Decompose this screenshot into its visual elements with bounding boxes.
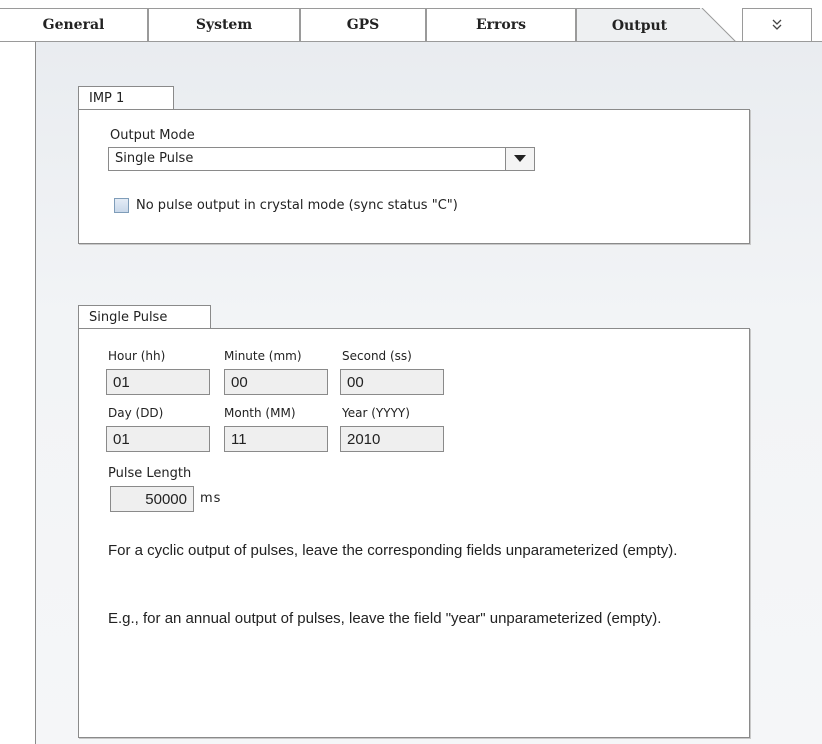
- no-pulse-crystal-checkbox[interactable]: [114, 198, 129, 213]
- pulse-length-field[interactable]: 50000: [110, 486, 194, 512]
- dropdown-arrow-icon: [514, 155, 526, 162]
- tab-bar: General System GPS Errors Output: [0, 0, 822, 42]
- more-tabs-button[interactable]: [742, 8, 812, 41]
- cyclic-info-text: For a cyclic output of pulses, leave the…: [108, 542, 678, 559]
- output-mode-label: Output Mode: [110, 128, 195, 143]
- month-field[interactable]: 11: [224, 426, 328, 452]
- minute-field[interactable]: 00: [224, 369, 328, 395]
- second-label: Second (ss): [342, 349, 412, 363]
- tab-gps[interactable]: GPS: [300, 8, 426, 41]
- imp-group-title: IMP 1: [89, 91, 125, 106]
- tab-general-label: General: [42, 17, 105, 33]
- output-mode-value: Single Pulse: [115, 151, 194, 166]
- tab-output[interactable]: Output: [576, 8, 702, 42]
- hour-label: Hour (hh): [108, 349, 166, 363]
- double-chevron-down-icon: [772, 19, 782, 30]
- imp-group-title-tab: IMP 1: [78, 86, 174, 110]
- tab-gps-label: GPS: [346, 17, 380, 33]
- pulse-length-label: Pulse Length: [108, 466, 192, 481]
- tab-system-label: System: [195, 17, 253, 33]
- tab-errors[interactable]: Errors: [426, 8, 576, 41]
- output-mode-select[interactable]: Single Pulse: [108, 147, 506, 171]
- pulse-group-title: Single Pulse: [89, 310, 168, 325]
- year-field[interactable]: 2010: [340, 426, 444, 452]
- pulse-length-unit: ms: [200, 491, 222, 506]
- day-label: Day (DD): [108, 406, 164, 420]
- year-label: Year (YYYY): [342, 406, 410, 420]
- month-label: Month (MM): [224, 406, 296, 420]
- pulse-group-title-tab: Single Pulse: [78, 305, 211, 329]
- annual-info-text: E.g., for an annual output of pulses, le…: [108, 610, 662, 627]
- day-field[interactable]: 01: [106, 426, 210, 452]
- tab-general[interactable]: General: [0, 8, 148, 41]
- minute-label: Minute (mm): [224, 349, 302, 363]
- hour-field[interactable]: 01: [106, 369, 210, 395]
- tab-output-edge: [700, 8, 736, 42]
- second-field[interactable]: 00: [340, 369, 444, 395]
- tab-output-label: Output: [611, 17, 668, 34]
- output-mode-dropdown-button[interactable]: [505, 147, 535, 171]
- left-margin: [0, 42, 35, 744]
- tab-system[interactable]: System: [148, 8, 300, 41]
- tab-errors-label: Errors: [475, 17, 527, 33]
- no-pulse-crystal-label: No pulse output in crystal mode (sync st…: [136, 198, 458, 213]
